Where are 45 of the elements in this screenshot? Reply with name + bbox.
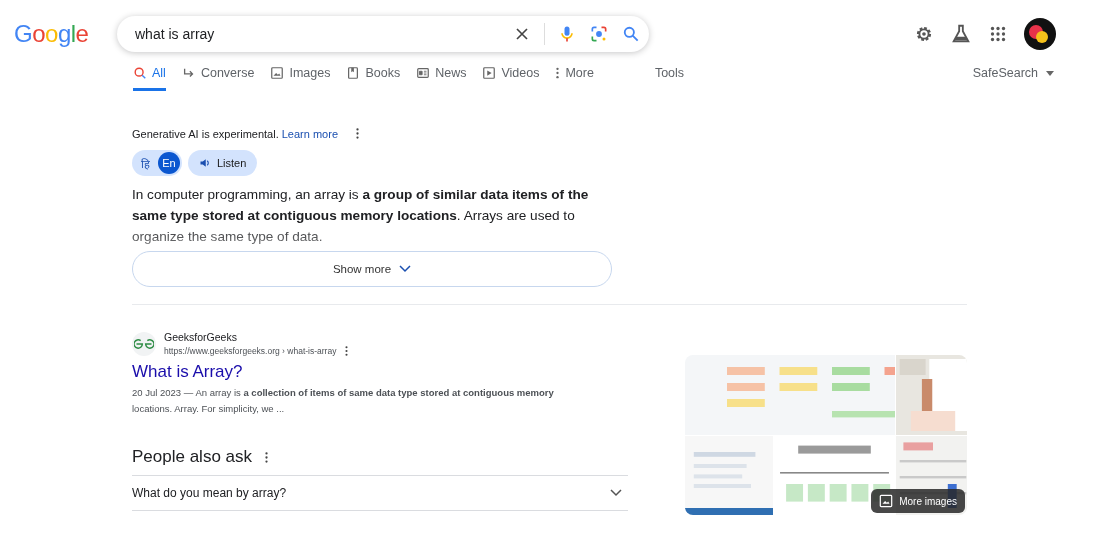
learn-more-link[interactable]: Learn more [281,127,338,140]
result-snippet: 20 Jul 2023 — An array is a collection of items of same data type stored at contiguous memory locations. Array. For simplicity, we ... [132,386,555,416]
search-icon [133,66,147,80]
search-tab[interactable]: News [416,66,467,91]
google-logo[interactable]: Google [14,20,94,48]
play-icon [482,66,497,80]
listen-button[interactable]: Listen [188,150,258,176]
ai-notice: Generative AI is experimental. [132,127,279,140]
more-options-icon[interactable] [264,450,270,464]
newspaper-icon [416,66,431,80]
language-option[interactable]: En [158,152,180,174]
search-icon[interactable] [621,24,641,44]
show-more-button[interactable]: Show more [132,251,612,287]
search-tab[interactable]: Videos [482,66,540,91]
question-text: What do you mean by array? [132,486,287,500]
chevron-icon [399,265,412,273]
tools-link[interactable]: Tools [654,66,685,80]
image-icon [270,66,285,80]
question-row[interactable]: What do you mean by array? [132,476,628,511]
more-images-button[interactable]: More images [871,489,965,513]
speaker-icon [199,157,211,169]
arrow-icon [181,66,196,80]
search-tab[interactable]: More [555,66,594,91]
search-tab[interactable]: All [133,66,166,91]
flask-icon[interactable] [950,23,972,45]
caret-icon [1046,70,1054,76]
site-logo-icon [134,337,154,351]
more-options-icon[interactable] [355,127,360,140]
search-tab[interactable]: Images [270,66,331,91]
more-options-icon [555,66,561,80]
result-title-link[interactable]: What is Array? [132,362,628,382]
section-heading: People also ask [132,447,253,467]
avatar-icon[interactable] [1024,18,1056,50]
more-options-icon[interactable] [344,345,350,357]
search-field[interactable]: what is array [133,25,500,43]
camera-lens-icon[interactable] [589,24,609,44]
search-tab[interactable]: Converse [181,66,255,91]
ai-answer: In computer programming, an array is a group of similar data items of the same type stored at contiguous memory locations. Arrays are used to organize the same type of data. [132,186,590,246]
result-url: https://www.geeksforgeeks.org › what-is-array [164,346,337,356]
book-icon [346,66,361,80]
site-name: GeeksforGeeks [164,331,238,343]
image-icon [879,494,894,508]
search-tab[interactable]: Books [346,66,401,91]
language-option[interactable]: हि [134,152,156,174]
safesearch-menu[interactable]: SafeSearch [972,66,1054,80]
